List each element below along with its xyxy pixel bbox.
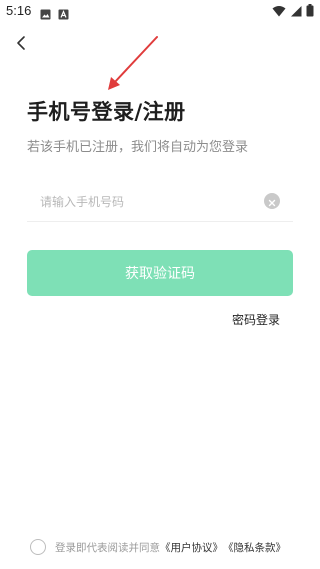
agreement-checkbox[interactable] xyxy=(30,539,46,555)
back-button[interactable] xyxy=(10,34,32,56)
get-code-button[interactable]: 获取验证码 xyxy=(27,250,293,296)
password-login-link[interactable]: 密码登录 xyxy=(232,311,280,328)
chevron-left-icon xyxy=(15,35,27,55)
user-agreement-link[interactable]: 《用户协议》 xyxy=(160,540,223,555)
agreement-row: 登录即代表阅读并同意 《用户协议》 《隐私条款》 xyxy=(30,539,286,555)
agreement-prefix: 登录即代表阅读并同意 xyxy=(55,541,160,554)
privacy-policy-link[interactable]: 《隐私条款》 xyxy=(223,540,286,555)
phone-input[interactable] xyxy=(40,190,260,214)
clear-circle-icon xyxy=(268,192,276,211)
clear-button[interactable] xyxy=(264,193,280,209)
battery-icon xyxy=(306,2,314,21)
gallery-icon xyxy=(40,5,51,20)
font-a-icon xyxy=(58,5,69,20)
wifi-icon xyxy=(272,2,286,21)
page-subtitle: 若该手机已注册，我们将自动为您登录 xyxy=(27,140,249,155)
status-bar: 5:16 xyxy=(0,0,320,24)
page-title: 手机号登录/注册 xyxy=(27,100,186,124)
signal-icon xyxy=(290,2,302,21)
phone-field xyxy=(27,182,293,222)
status-time: 5:16 xyxy=(6,3,32,18)
